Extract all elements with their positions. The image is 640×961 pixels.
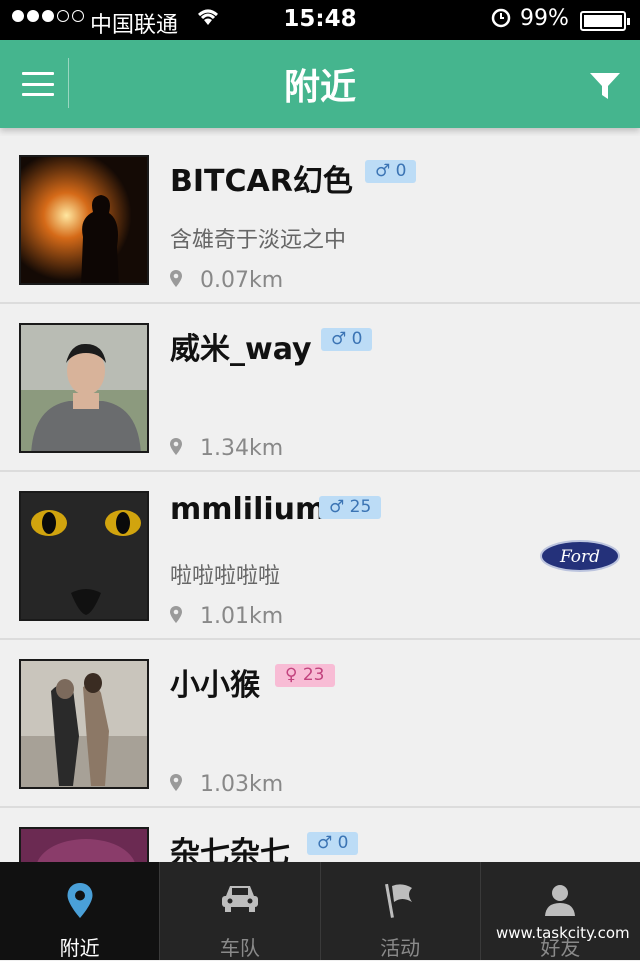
user-distance: 1.34km xyxy=(200,436,284,461)
ford-logo: Ford xyxy=(540,540,620,576)
user-signature: 含雄奇于淡远之中 xyxy=(170,228,347,253)
user-name: 威米_way xyxy=(170,332,312,367)
user-distance: 1.01km xyxy=(200,604,284,629)
svg-text:Ford: Ford xyxy=(559,547,600,567)
tab-label: 车队 xyxy=(219,936,260,960)
person-icon xyxy=(481,882,640,918)
car-icon xyxy=(160,882,319,914)
user-name: 小小猴 xyxy=(170,668,260,703)
location-pin-icon xyxy=(170,606,182,628)
tab-friends[interactable]: 好友 xyxy=(481,862,640,960)
gender-badge: ♂ 0 xyxy=(307,832,359,855)
user-avatar[interactable] xyxy=(19,323,149,453)
filter-icon[interactable] xyxy=(588,70,622,106)
nearby-user-list: BITCAR幻色 ♂ 0 含雄奇于淡远之中 0.07km 威米_way ♂ 0 … xyxy=(0,136,640,862)
location-pin-icon xyxy=(170,270,182,292)
user-distance: 0.07km xyxy=(200,268,284,293)
gender-badge: ♂ 25 xyxy=(319,496,382,519)
user-list-item[interactable]: mmlilium ♂ 25 啦啦啦啦啦 Ford 1.01km xyxy=(0,472,640,640)
tab-activity[interactable]: 活动 xyxy=(321,862,481,960)
battery-icon xyxy=(580,11,630,31)
watermark-text: www.taskcity.com xyxy=(496,924,630,942)
user-signature: 啦啦啦啦啦 xyxy=(170,564,281,589)
user-list-item[interactable]: 小小猴 ♀ 23 1.03km xyxy=(0,640,640,808)
battery-percent: 99% xyxy=(520,6,569,31)
gender-badge: ♀ 23 xyxy=(275,664,335,687)
user-name: BITCAR幻色 xyxy=(170,164,353,199)
tab-team[interactable]: 车队 xyxy=(160,862,321,960)
location-pin-icon xyxy=(170,438,182,460)
user-distance: 1.03km xyxy=(200,772,284,797)
user-avatar[interactable] xyxy=(19,491,149,621)
user-avatar[interactable] xyxy=(19,827,149,862)
user-list-item[interactable]: 杂七杂七 ♂ 0 xyxy=(0,808,640,862)
tab-bar: 附近 车队 活动 好友 xyxy=(0,862,640,960)
user-list-item[interactable]: 威米_way ♂ 0 1.34km xyxy=(0,304,640,472)
flag-icon xyxy=(321,882,480,920)
gender-badge: ♂ 0 xyxy=(321,328,373,351)
location-pin-icon xyxy=(0,882,159,920)
tab-label: 附近 xyxy=(59,936,100,960)
user-name: mmlilium xyxy=(170,492,327,527)
page-title: 附近 xyxy=(283,67,356,108)
status-bar: 中国联通 15:48 99% xyxy=(0,0,640,40)
user-list-item[interactable]: BITCAR幻色 ♂ 0 含雄奇于淡远之中 0.07km xyxy=(0,136,640,304)
tab-label: 活动 xyxy=(380,936,421,960)
navigation-bar: 附近 xyxy=(0,40,640,128)
alarm-icon xyxy=(490,6,512,34)
location-pin-icon xyxy=(170,774,182,796)
tab-nearby[interactable]: 附近 xyxy=(0,862,161,960)
user-avatar[interactable] xyxy=(19,659,149,789)
user-name: 杂七杂七 xyxy=(170,836,290,862)
gender-badge: ♂ 0 xyxy=(365,160,417,183)
user-avatar[interactable] xyxy=(19,155,149,285)
